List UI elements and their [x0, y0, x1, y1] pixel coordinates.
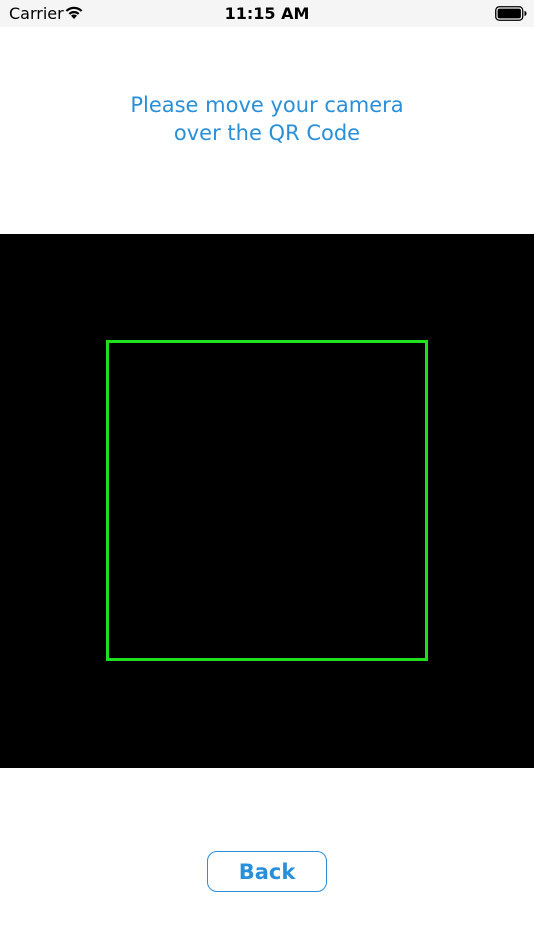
camera-preview: [0, 234, 534, 768]
instruction-line-2: over the QR Code: [173, 121, 361, 145]
battery-icon: [495, 6, 527, 21]
instruction-line-1: Please move your camera: [130, 93, 404, 117]
clock: 11:15 AM: [224, 4, 310, 23]
qr-scan-frame: [106, 340, 428, 661]
scan-instruction: Please move your camera over the QR Code: [0, 91, 534, 147]
back-button[interactable]: Back: [207, 851, 327, 892]
status-bar: Carrier 11:15 AM: [0, 0, 534, 27]
